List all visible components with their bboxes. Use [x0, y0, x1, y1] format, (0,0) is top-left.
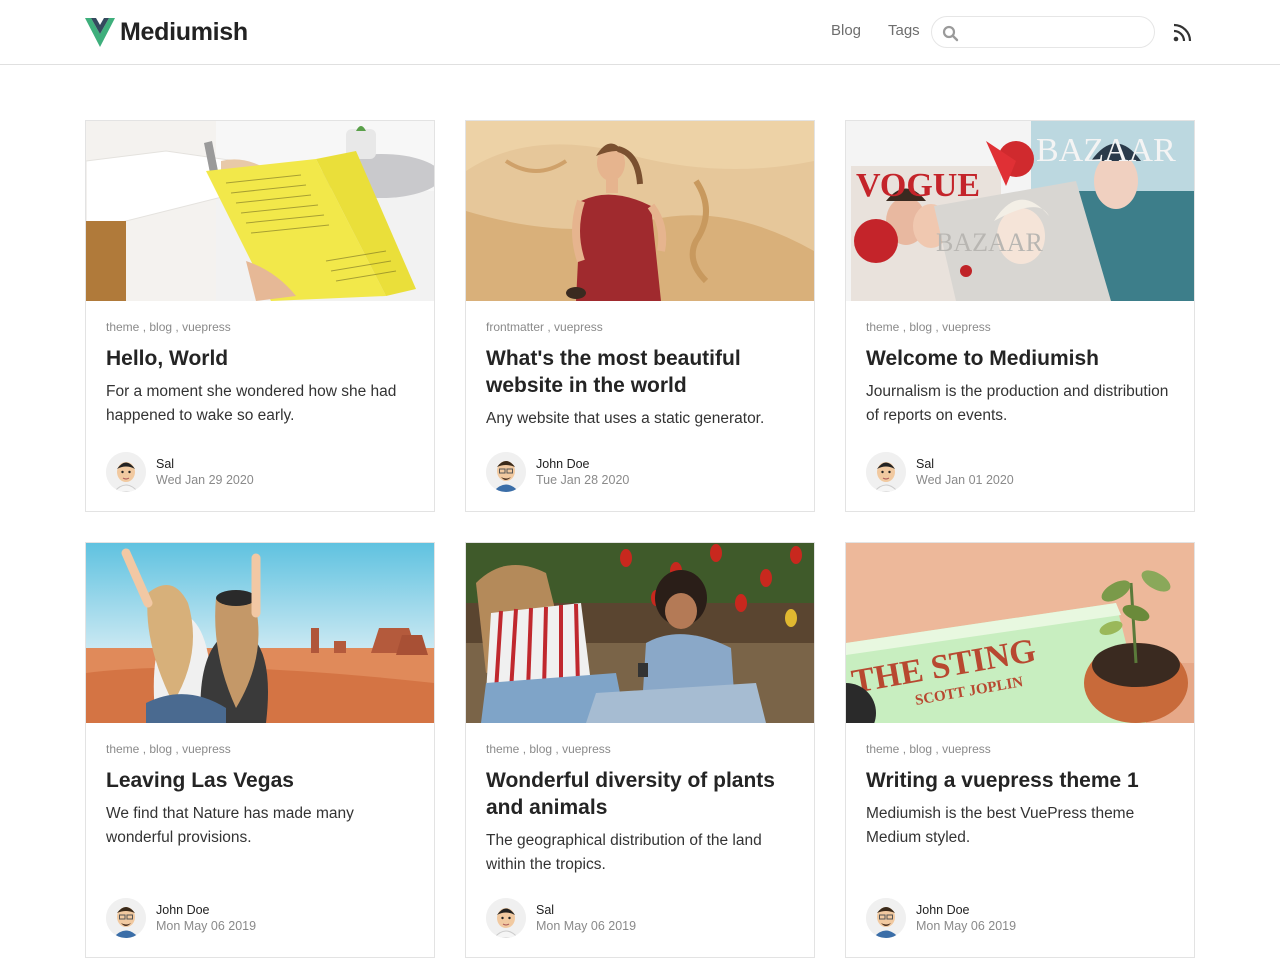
- avatar[interactable]: [486, 898, 526, 938]
- post-author: John Doe Tue Jan 28 2020: [486, 452, 796, 492]
- post-date: Wed Jan 29 2020: [156, 473, 254, 487]
- search-icon: [942, 25, 959, 42]
- tag-link[interactable]: blog: [909, 320, 932, 334]
- nav-tags-link[interactable]: Tags: [888, 22, 920, 39]
- post-excerpt: Journalism is the production and distrib…: [866, 383, 1169, 424]
- post-card[interactable]: theme , blog , vuepress Wonderful divers…: [465, 542, 815, 958]
- tag-link[interactable]: vuepress: [562, 742, 611, 756]
- tag-link[interactable]: blog: [149, 320, 172, 334]
- post-date: Wed Jan 01 2020: [916, 473, 1014, 487]
- post-author: John Doe Mon May 06 2019: [106, 898, 416, 938]
- avatar[interactable]: [486, 452, 526, 492]
- tag-link[interactable]: vuepress: [182, 742, 231, 756]
- post-excerpt: The geographical distribution of the lan…: [486, 832, 762, 873]
- author-name[interactable]: John Doe: [916, 903, 970, 917]
- post-title[interactable]: Leaving Las Vegas: [106, 767, 416, 794]
- author-name[interactable]: Sal: [536, 903, 554, 917]
- post-author: Sal Mon May 06 2019: [486, 898, 796, 938]
- post-body: frontmatter , vuepress What's the most b…: [486, 319, 796, 431]
- tag-link[interactable]: blog: [529, 742, 552, 756]
- post-card[interactable]: frontmatter , vuepress What's the most b…: [465, 120, 815, 512]
- post-tags: theme , blog , vuepress: [866, 320, 991, 334]
- post-card[interactable]: VOGUE BAZAAR BAZAAR theme , blog , vuepr…: [845, 120, 1195, 512]
- post-tags: frontmatter , vuepress: [486, 320, 603, 334]
- post-image[interactable]: VOGUE BAZAAR BAZAAR: [846, 121, 1194, 301]
- post-title[interactable]: Hello, World: [106, 345, 416, 372]
- nav-blog-link[interactable]: Blog: [831, 22, 861, 39]
- avatar[interactable]: [106, 452, 146, 492]
- post-body: theme , blog , vuepress Wonderful divers…: [486, 741, 796, 877]
- post-body: theme , blog , vuepress Writing a vuepre…: [866, 741, 1176, 850]
- post-title[interactable]: Writing a vuepress theme 1: [866, 767, 1176, 794]
- search-box: [931, 16, 1155, 48]
- author-name[interactable]: Sal: [916, 457, 934, 471]
- post-image[interactable]: [86, 121, 434, 301]
- author-name[interactable]: John Doe: [156, 903, 210, 917]
- tag-link[interactable]: theme: [106, 320, 139, 334]
- post-image[interactable]: THE STING SCOTT JOPLIN: [846, 543, 1194, 723]
- post-tags: theme , blog , vuepress: [866, 742, 991, 756]
- tag-link[interactable]: theme: [486, 742, 519, 756]
- post-card[interactable]: THE STING SCOTT JOPLIN theme , blog , vu…: [845, 542, 1195, 958]
- post-date: Tue Jan 28 2020: [536, 473, 630, 487]
- vue-logo-icon: [85, 18, 115, 47]
- author-name[interactable]: Sal: [156, 457, 174, 471]
- svg-text:VOGUE: VOGUE: [856, 167, 980, 204]
- post-excerpt: For a moment she wondered how she had ha…: [106, 383, 397, 424]
- brand-link[interactable]: Mediumish: [85, 18, 248, 47]
- post-body: theme , blog , vuepress Hello, World For…: [106, 319, 416, 428]
- post-date: Mon May 06 2019: [156, 919, 257, 933]
- post-tags: theme , blog , vuepress: [106, 742, 231, 756]
- tag-link[interactable]: vuepress: [182, 320, 231, 334]
- tag-link[interactable]: blog: [149, 742, 172, 756]
- post-image[interactable]: [86, 543, 434, 723]
- search-input[interactable]: [966, 23, 1146, 43]
- post-author: Sal Wed Jan 29 2020: [106, 452, 416, 492]
- post-image[interactable]: [466, 121, 814, 301]
- tag-link[interactable]: theme: [866, 320, 899, 334]
- post-excerpt: Any website that uses a static generator…: [486, 410, 765, 427]
- site-header: Mediumish Blog Tags: [0, 0, 1280, 65]
- avatar[interactable]: [866, 452, 906, 492]
- author-name[interactable]: John Doe: [536, 457, 590, 471]
- post-title[interactable]: Wonderful diversity of plants and animal…: [486, 767, 796, 821]
- svg-text:BAZAAR: BAZAAR: [1036, 132, 1176, 169]
- post-excerpt: We find that Nature has made many wonder…: [106, 805, 354, 846]
- post-body: theme , blog , vuepress Leaving Las Vega…: [106, 741, 416, 850]
- avatar[interactable]: [866, 898, 906, 938]
- avatar[interactable]: [106, 898, 146, 938]
- post-excerpt: Mediumish is the best VuePress theme Med…: [866, 805, 1135, 846]
- tag-link[interactable]: theme: [866, 742, 899, 756]
- tag-link[interactable]: theme: [106, 742, 139, 756]
- tag-link[interactable]: vuepress: [554, 320, 603, 334]
- post-author: Sal Wed Jan 01 2020: [866, 452, 1176, 492]
- tag-link[interactable]: frontmatter: [486, 320, 544, 334]
- tag-link[interactable]: vuepress: [942, 742, 991, 756]
- tag-link[interactable]: vuepress: [942, 320, 991, 334]
- post-title[interactable]: Welcome to Mediumish: [866, 345, 1176, 372]
- rss-icon[interactable]: [1172, 22, 1193, 43]
- post-author: John Doe Mon May 06 2019: [866, 898, 1176, 938]
- post-date: Mon May 06 2019: [536, 919, 637, 933]
- post-body: theme , blog , vuepress Welcome to Mediu…: [866, 319, 1176, 428]
- post-image[interactable]: [466, 543, 814, 723]
- post-card[interactable]: theme , blog , vuepress Leaving Las Vega…: [85, 542, 435, 958]
- tag-link[interactable]: blog: [909, 742, 932, 756]
- post-card[interactable]: theme , blog , vuepress Hello, World For…: [85, 120, 435, 512]
- post-tags: theme , blog , vuepress: [486, 742, 611, 756]
- post-tags: theme , blog , vuepress: [106, 320, 231, 334]
- brand-name: Mediumish: [120, 18, 248, 46]
- svg-text:BAZAAR: BAZAAR: [936, 228, 1044, 257]
- post-date: Mon May 06 2019: [916, 919, 1017, 933]
- post-title[interactable]: What's the most beautiful website in the…: [486, 345, 796, 399]
